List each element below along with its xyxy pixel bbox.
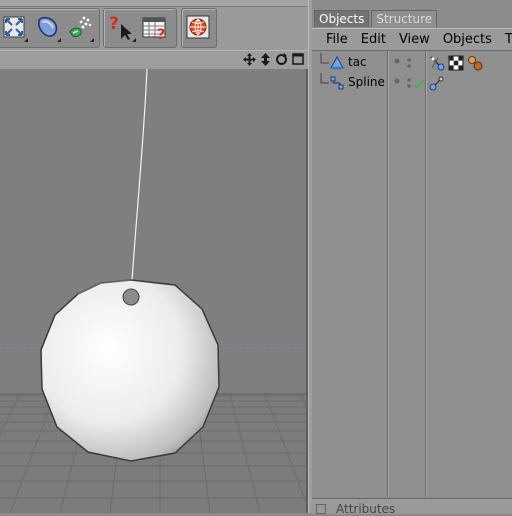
viewport-header — [0, 50, 308, 70]
visibility-dots-icon[interactable] — [394, 58, 420, 70]
attributes-panel-header[interactable]: Attributes — [312, 498, 512, 516]
render-globe-icon[interactable] — [183, 10, 213, 44]
tag-list — [429, 55, 483, 71]
tab-structure[interactable]: Structure — [371, 10, 438, 27]
toolbar-group-render — [181, 8, 217, 48]
manager-tabs: Objects Structure — [312, 10, 438, 28]
zoom-view-icon[interactable] — [259, 52, 272, 66]
maximize-view-icon[interactable] — [291, 52, 304, 66]
svg-text:?: ? — [157, 27, 165, 41]
spline-object-icon — [330, 76, 344, 90]
spline-tag-icon[interactable] — [429, 75, 445, 91]
object-manager-menubar: File Edit View Objects T — [312, 28, 512, 51]
move-view-icon[interactable] — [243, 52, 256, 66]
tree-line-icon — [320, 73, 329, 84]
svg-text:?: ? — [109, 14, 119, 34]
cone-object-icon — [330, 56, 344, 70]
menu-view[interactable]: View — [399, 32, 430, 47]
object-row-spline[interactable]: Spline — [312, 73, 512, 93]
tag-list — [429, 75, 445, 91]
tab-objects[interactable]: Objects — [314, 10, 370, 27]
menu-file[interactable]: File — [326, 32, 348, 47]
menu-edit[interactable]: Edit — [361, 32, 386, 47]
visibility-dots-icon[interactable] — [394, 78, 426, 90]
object-list[interactable]: tac Spline — [312, 51, 512, 497]
deformer-shield-icon[interactable] — [32, 10, 62, 44]
menu-strip — [0, 0, 312, 7]
help-table-icon[interactable]: ? — [141, 10, 171, 44]
column-divider-highlight — [388, 51, 389, 497]
main-toolbar: ? ? — [0, 0, 312, 50]
rotate-view-icon[interactable] — [275, 52, 288, 66]
3d-viewport[interactable] — [0, 69, 308, 513]
object-name[interactable]: tac — [348, 55, 367, 69]
menu-tags[interactable]: T — [505, 32, 512, 47]
checker-texture-tag-icon[interactable] — [448, 55, 464, 71]
attributes-label: Attributes — [336, 502, 396, 516]
menu-objects[interactable]: Objects — [443, 32, 492, 47]
fit-all-icon[interactable] — [0, 10, 29, 44]
column-divider-highlight — [426, 51, 427, 497]
object-manager: Objects Structure File Edit View Objects… — [312, 0, 512, 516]
material-spheres-tag-icon[interactable] — [467, 55, 483, 71]
scatter-paint-icon[interactable] — [65, 10, 95, 44]
toolbar-group-help: ? ? — [103, 8, 177, 48]
tree-line-icon — [320, 53, 329, 64]
deformer-tag-icon[interactable] — [429, 55, 445, 71]
object-row-tac[interactable]: tac — [312, 53, 512, 73]
help-cursor-icon[interactable]: ? — [107, 10, 137, 44]
spline-string — [130, 69, 148, 296]
object-name[interactable]: Spline — [348, 75, 385, 89]
sphere-object[interactable] — [40, 279, 220, 462]
toolbar-group-tools — [0, 8, 100, 48]
